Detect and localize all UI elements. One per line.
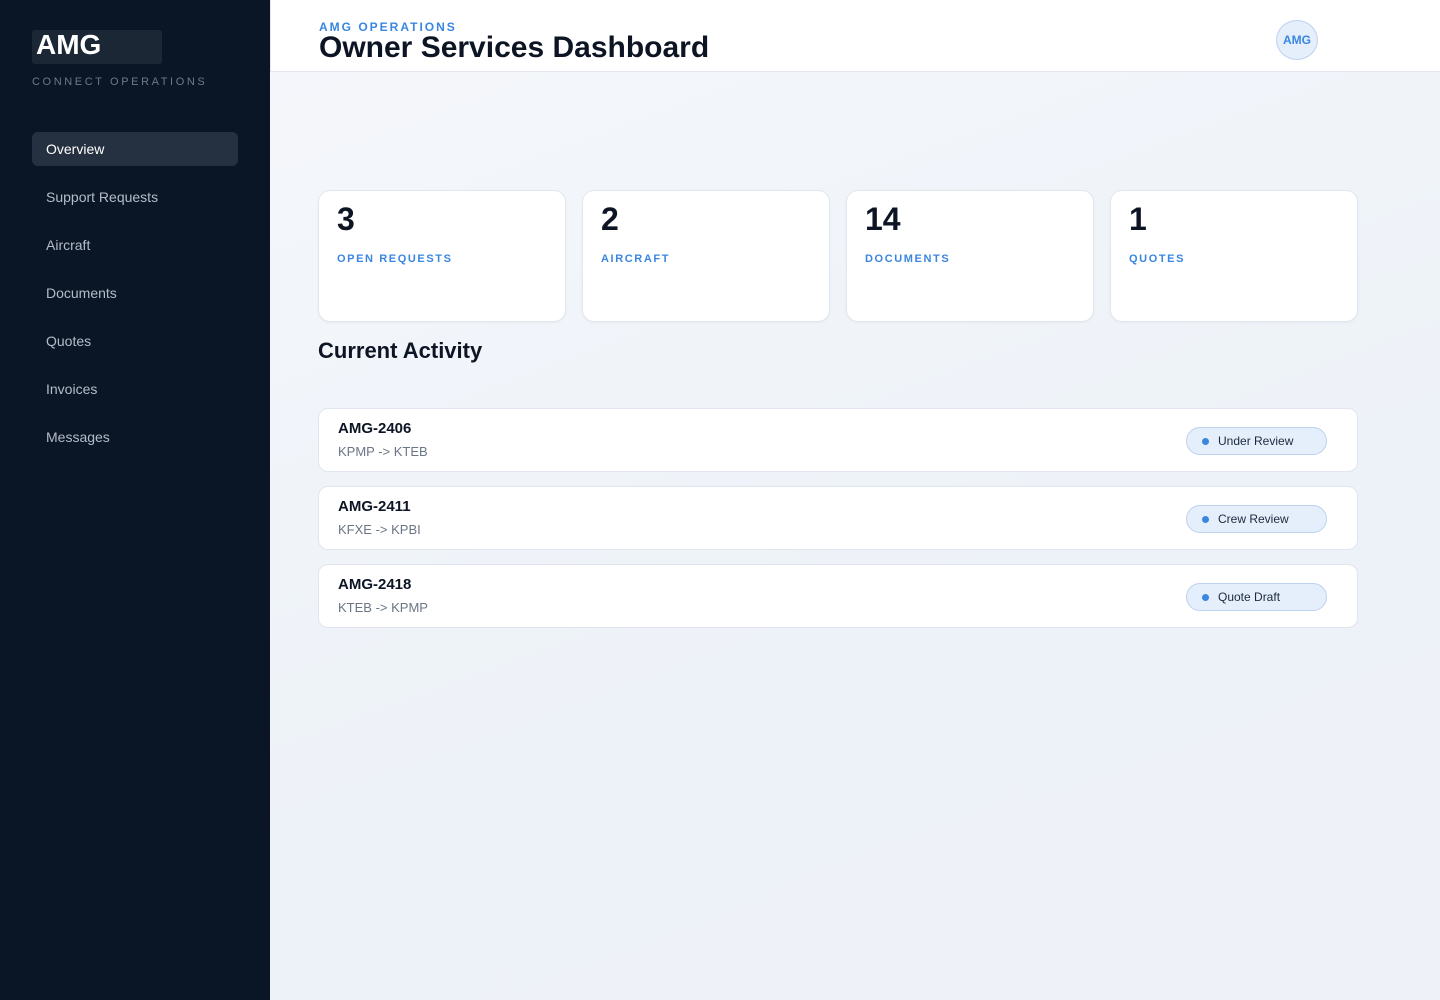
- route-text: KTEB -> KPMP: [338, 600, 428, 615]
- brand-logo[interactable]: AMG: [32, 30, 162, 64]
- main-content: AMG OPERATIONS Owner Services Dashboard …: [270, 0, 1440, 1000]
- request-id: AMG-2418: [338, 576, 412, 593]
- sidebar-item-documents[interactable]: Documents: [32, 276, 238, 310]
- stat-value: 3: [337, 201, 355, 237]
- request-id: AMG-2411: [338, 498, 411, 515]
- status-badge[interactable]: Crew Review: [1186, 505, 1327, 533]
- sidebar-item-quotes[interactable]: Quotes: [32, 324, 238, 358]
- app-window: AMG CONNECT OPERATIONS Overview Support …: [0, 0, 1440, 1000]
- sidebar-item-overview[interactable]: Overview: [32, 132, 238, 166]
- stat-label: DOCUMENTS: [865, 253, 951, 265]
- list-item[interactable]: AMG-2411 KFXE -> KPBI Crew Review: [318, 486, 1358, 550]
- activity-list: AMG-2406 KPMP -> KTEB Under Review AMG-2…: [318, 408, 1358, 642]
- brand-name: AMG: [36, 29, 102, 60]
- stat-label: OPEN REQUESTS: [337, 253, 453, 265]
- stat-card-documents[interactable]: 14 DOCUMENTS: [846, 190, 1094, 322]
- stat-label: AIRCRAFT: [601, 253, 671, 265]
- section-title-current-activity: Current Activity: [318, 338, 483, 363]
- status-dot-icon: [1202, 516, 1209, 523]
- request-id: AMG-2406: [338, 420, 412, 437]
- list-item[interactable]: AMG-2406 KPMP -> KTEB Under Review: [318, 408, 1358, 472]
- status-dot-icon: [1202, 438, 1209, 445]
- sidebar-item-invoices[interactable]: Invoices: [32, 372, 238, 406]
- stat-label: QUOTES: [1129, 253, 1186, 265]
- list-item[interactable]: AMG-2418 KTEB -> KPMP Quote Draft: [318, 564, 1358, 628]
- sidebar-nav: Overview Support Requests Aircraft Docum…: [32, 132, 238, 468]
- stat-card-aircraft[interactable]: 2 AIRCRAFT: [582, 190, 830, 322]
- stat-value: 2: [601, 201, 619, 237]
- status-label: Quote Draft: [1218, 590, 1281, 604]
- stat-card-quotes[interactable]: 1 QUOTES: [1110, 190, 1358, 322]
- sidebar: AMG CONNECT OPERATIONS Overview Support …: [0, 0, 270, 1000]
- status-label: Crew Review: [1218, 512, 1289, 526]
- stats-section: 3 OPEN REQUESTS 2 AIRCRAFT 14 DOCUMENTS …: [318, 190, 1358, 322]
- stat-value: 1: [1129, 201, 1147, 237]
- status-badge[interactable]: Under Review: [1186, 427, 1327, 455]
- sidebar-item-messages[interactable]: Messages: [32, 420, 238, 454]
- sidebar-item-aircraft[interactable]: Aircraft: [32, 228, 238, 262]
- brand-subtitle: CONNECT OPERATIONS: [32, 76, 208, 88]
- route-text: KFXE -> KPBI: [338, 522, 421, 537]
- status-label: Under Review: [1218, 434, 1294, 448]
- page-header: AMG OPERATIONS Owner Services Dashboard …: [270, 0, 1440, 72]
- route-text: KPMP -> KTEB: [338, 444, 428, 459]
- stat-card-open-requests[interactable]: 3 OPEN REQUESTS: [318, 190, 566, 322]
- status-dot-icon: [1202, 594, 1209, 601]
- page-title: Owner Services Dashboard: [319, 31, 710, 64]
- status-badge[interactable]: Quote Draft: [1186, 583, 1327, 611]
- avatar[interactable]: AMG: [1276, 20, 1318, 60]
- sidebar-item-support-requests[interactable]: Support Requests: [32, 180, 238, 214]
- stat-value: 14: [865, 201, 901, 237]
